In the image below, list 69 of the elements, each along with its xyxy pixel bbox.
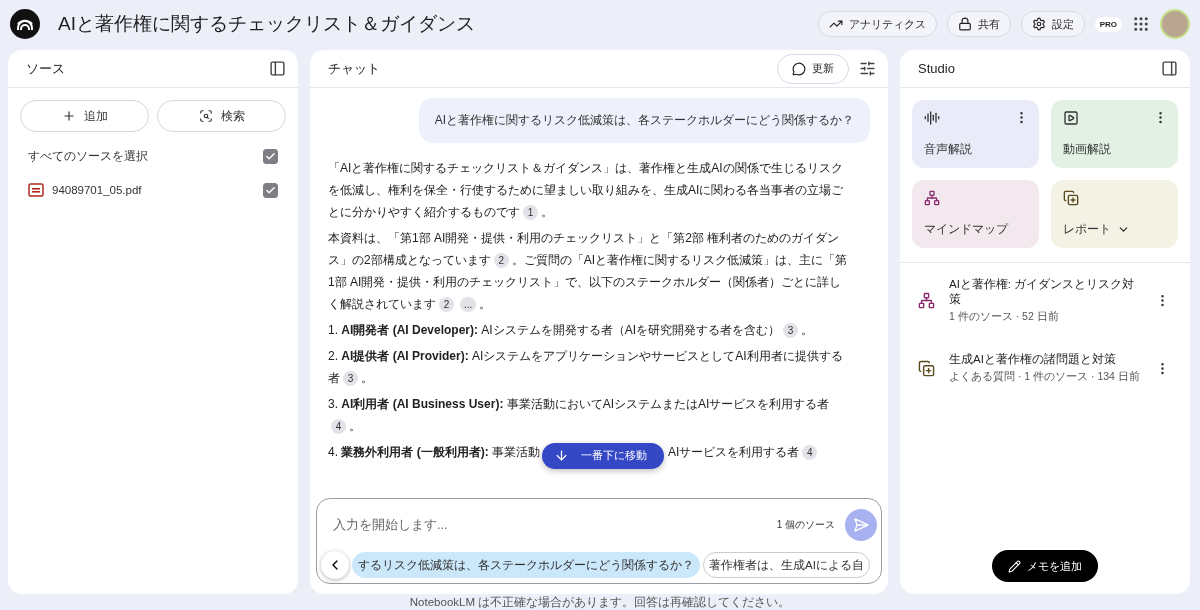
apps-grid-icon[interactable] (1132, 15, 1150, 33)
chat-paragraph: 本資料は、「第1部 AI開発・提供・利用のチェックリスト」と「第2部 権利者のためのガイダンス」の2部構成となっています 2 。ご質問の「AIと著作権に関するリスク低減策」は、主に「第1部 AI開発・提供・利用のチェックリスト」で、以下のステークホルダー（関係者）ごとに詳しく解説されています 2 ... 。 (328, 230, 848, 314)
select-all-checkbox[interactable] (263, 149, 278, 164)
disclaimer-text: NotebookLM は不正確な場合があります。回答は再確認してください。 (408, 595, 792, 610)
note-meta: 1 件のソース · 52 日前 (949, 310, 1060, 324)
pencil-icon (1008, 559, 1021, 573)
chat-paragraph: 2. AI提供者 (AI Provider): AIシステムをアプリケーションやサービスとしてAI利用者に提供する者 3 。 (328, 348, 844, 388)
note-meta: よくある質問 · 1 件のソース · 134 日前 (949, 370, 1141, 384)
chat-input-box[interactable]: 入力を開始します... 1 個のソース するリスク低減策は、各ステークホルダーにどう関係するか？ 著作権者は、生成AIによる自 (316, 498, 882, 584)
arrow-down-icon (554, 448, 569, 464)
refresh-button[interactable]: 更新 (777, 53, 849, 84)
mind-map-icon (918, 292, 935, 309)
plan-badge: PRO (1094, 16, 1122, 32)
citation-chip[interactable]: 3 (343, 371, 358, 386)
video-play-icon (1063, 110, 1079, 126)
panel-toggle-icon[interactable] (269, 60, 286, 77)
send-icon (853, 517, 869, 533)
discover-sources-button[interactable]: 検索 (157, 100, 286, 132)
tile-label: マインドマップ (924, 221, 1008, 238)
mind-map-icon (924, 190, 940, 206)
pdf-file-icon (28, 182, 44, 198)
add-note-button[interactable]: メモを追加 (992, 550, 1098, 582)
tile-label: 音声解説 (924, 141, 972, 158)
search-icon (198, 109, 213, 123)
studio-tile[interactable]: 音声解説 (912, 100, 1039, 168)
citation-chip[interactable]: 4 (802, 445, 818, 460)
settings-button[interactable]: 設定 (1020, 11, 1085, 37)
studio-tile[interactable]: 動画解説 (1051, 100, 1178, 168)
studio-tile[interactable]: マインドマップ (912, 180, 1039, 248)
user-message: AIと著作権に関するリスク低減策は、各ステークホルダーにどう関係するか？ (418, 98, 870, 143)
notebook-title[interactable]: AIと著作権に関するチェックリスト＆ガイダンス (58, 11, 808, 37)
citation-chip[interactable]: 2 (439, 297, 454, 312)
check-icon (265, 151, 276, 162)
source-checkbox[interactable] (263, 182, 278, 198)
select-all-label: すべてのソースを選択 (28, 149, 149, 164)
citation-chip[interactable]: 3 (783, 323, 799, 338)
suggestion-chip[interactable]: 著作権者は、生成AIによる自 (703, 552, 870, 578)
studio-tile[interactable]: レポート (1051, 180, 1178, 248)
chat-input[interactable]: 入力を開始します... (331, 517, 767, 533)
panel-title: チャット (328, 59, 381, 78)
tile-label: 動画解説 (1063, 141, 1111, 158)
add-source-button[interactable]: 追加 (20, 100, 149, 132)
citation-chip[interactable]: 2 (493, 253, 509, 268)
settings-icon (1031, 17, 1046, 31)
tile-label: レポート (1063, 221, 1111, 238)
app-logo[interactable] (10, 9, 40, 39)
citation-chip[interactable]: 1 (523, 205, 538, 220)
panel-title: ソース (26, 59, 66, 78)
scroll-to-bottom-button[interactable]: 一番下に移動 (542, 442, 664, 469)
plus-icon (61, 109, 76, 123)
share-button[interactable]: 共有 (946, 11, 1011, 37)
audio-wave-icon (924, 110, 940, 126)
chat-paragraph: 「AIと著作権に関するチェックリスト＆ガイダンス」は、著作権と生成AIの関係で生じるリスクを低減し、権利を保全・行使するために望ましい取り組みを、生成AIに関わる各当事者の立場ごとに分かりやすく紹介するものです 1 。 (328, 160, 845, 222)
citation-chip[interactable]: 4 (331, 419, 346, 434)
sliders-icon[interactable] (859, 60, 876, 77)
note-title[interactable]: AIと著作権: ガイダンスとリスク対策 (949, 277, 1141, 307)
panel-toggle-icon[interactable] (1161, 60, 1178, 77)
panel-title: Studio (918, 61, 956, 76)
chat-paragraph: 1. AI開発者 (AI Developer): AIシステムを開発する者（AIを研究開発する者を含む） 3 。 (328, 322, 815, 340)
check-icon (265, 184, 276, 196)
citation-chip[interactable]: ... (460, 297, 477, 312)
chat-paragraph: 3. AI利用者 (AI Business User): 事業活動においてAIシステムまたはAIサービスを利用する者 4 。 (328, 396, 831, 436)
source-count: 1 個のソース (776, 518, 835, 532)
note-title[interactable]: 生成AIと著作権の諸問題と対策 (949, 352, 1141, 367)
analytics-button[interactable]: アナリティクス (817, 11, 937, 37)
source-name[interactable]: 94089701_05.pdf (52, 184, 255, 196)
scroll-left-button[interactable] (321, 551, 349, 579)
lock-icon (957, 17, 972, 31)
suggestion-chip[interactable]: するリスク低減策は、各ステークホルダーにどう関係するか？ (352, 552, 700, 578)
